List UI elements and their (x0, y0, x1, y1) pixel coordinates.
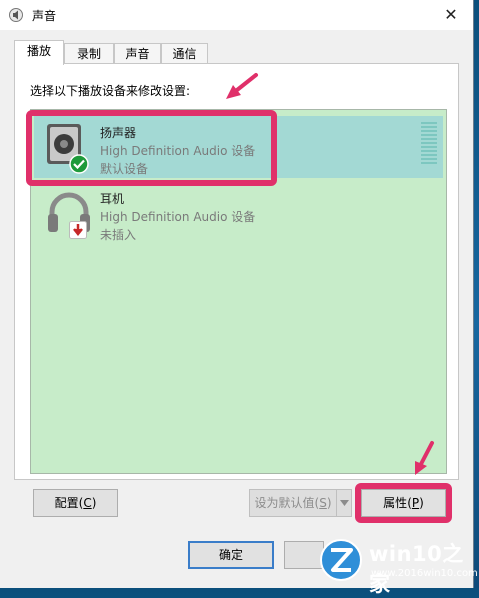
watermark: win10之家 www.2016win10.com (313, 534, 479, 596)
device-status: 未插入 (100, 228, 137, 242)
annotation-arrow-icon (415, 441, 434, 475)
annotation-arrow-icon (226, 73, 258, 99)
volume-level-meter (421, 122, 437, 168)
tab-sounds[interactable]: 声音 (114, 43, 161, 64)
chevron-down-icon (340, 500, 349, 506)
set-default-button[interactable]: 设为默认值(S) (249, 489, 337, 517)
properties-button[interactable]: 属性(P) (361, 489, 446, 517)
win10-logo-icon (320, 539, 362, 581)
tab-label: 通信 (172, 47, 197, 61)
shortcut-key: C (83, 496, 92, 510)
configure-button[interactable]: 配置(C) (33, 489, 118, 517)
tab-recording[interactable]: 录制 (64, 43, 114, 64)
tab-label: 声音 (125, 47, 150, 61)
close-button[interactable]: ✕ (437, 2, 465, 28)
title-bar[interactable]: 声音 ✕ (0, 0, 473, 30)
device-description: High Definition Audio 设备 (100, 210, 256, 224)
shortcut-key: P (411, 496, 420, 510)
button-label: 配置 (54, 496, 79, 510)
tab-playback[interactable]: 播放 (14, 40, 64, 65)
instruction-text: 选择以下播放设备来修改设置: (30, 84, 191, 98)
device-name: 耳机 (100, 192, 125, 206)
sound-app-icon (9, 8, 23, 22)
window-title: 声音 (32, 9, 57, 23)
button-label: 确定 (218, 548, 243, 562)
close-icon: ✕ (444, 5, 458, 24)
tab-label: 录制 (76, 47, 101, 61)
button-label: 设为默认值 (254, 496, 315, 510)
unplugged-arrow-icon (69, 221, 87, 239)
ok-button[interactable]: 确定 (188, 541, 274, 569)
device-item-headphones[interactable]: 耳机 High Definition Audio 设备 未插入 (34, 182, 443, 244)
button-label: 属性 (383, 496, 408, 510)
highlight-speakers-box (26, 110, 277, 186)
tab-communications[interactable]: 通信 (161, 43, 208, 64)
tab-label: 播放 (26, 44, 51, 58)
set-default-dropdown[interactable] (336, 489, 352, 517)
sound-dialog: 声音 ✕ 播放 录制 声音 通信 选择以下播放设备来修改设置: 扬声器 High… (0, 0, 474, 588)
shortcut-key: S (319, 496, 327, 510)
watermark-url: www.2016win10.com (371, 568, 478, 579)
